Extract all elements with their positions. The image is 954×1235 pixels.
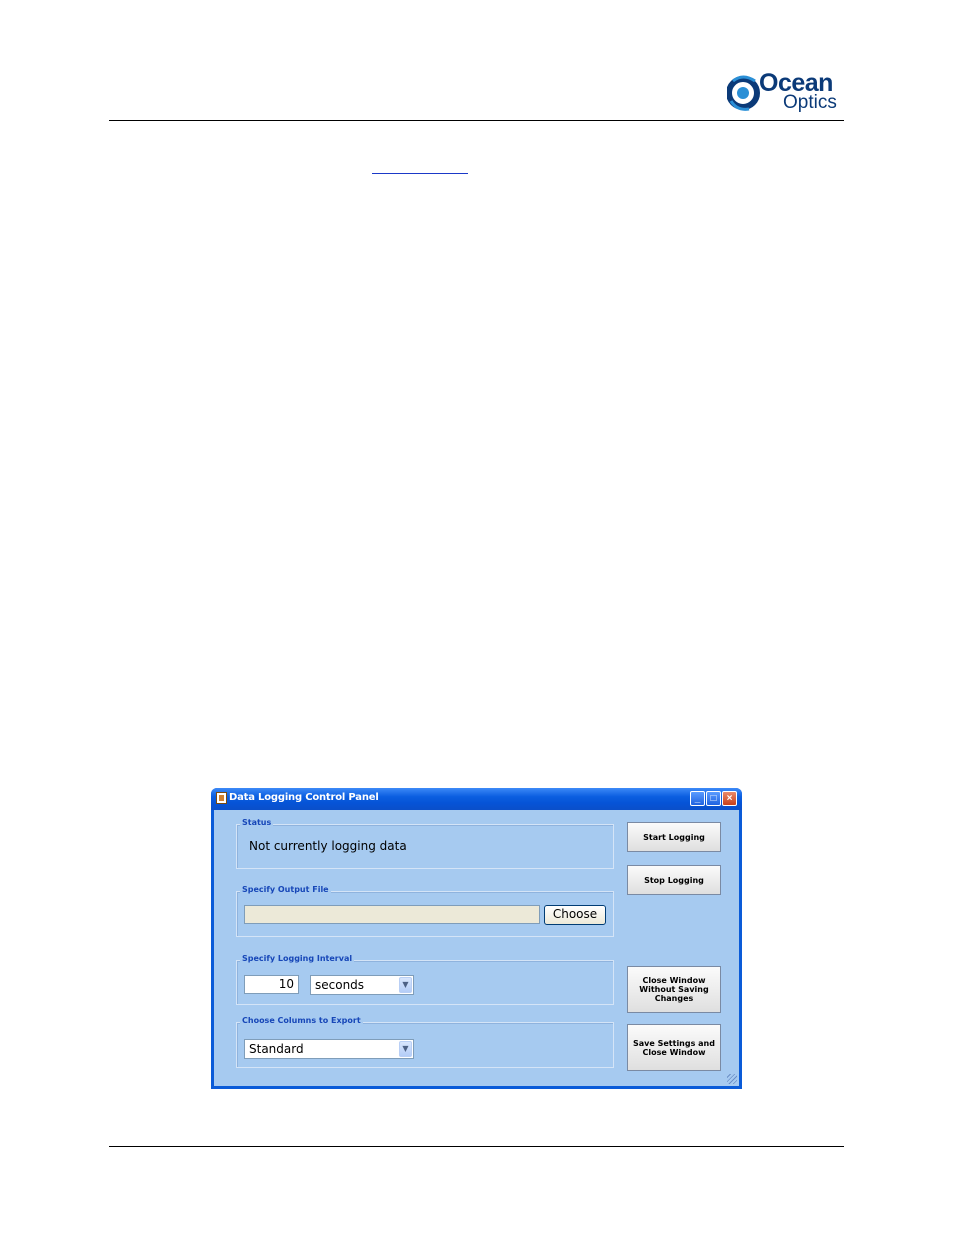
output-file-group: Specify Output File Choose: [236, 885, 614, 937]
chevron-down-icon[interactable]: ▼: [399, 1041, 412, 1057]
logging-interval-group-label: Specify Logging Interval: [240, 954, 355, 963]
close-button[interactable]: ×: [722, 791, 737, 806]
columns-select[interactable]: Standard ▼: [244, 1039, 414, 1059]
columns-export-group: Choose Columns to Export Standard ▼: [236, 1016, 614, 1068]
minimize-icon: _: [694, 793, 701, 804]
footer-rule: [109, 1146, 844, 1147]
ocean-optics-logo: Ocean Optics: [727, 71, 845, 117]
header-rule: [109, 120, 844, 121]
window-titlebar[interactable]: Data Logging Control Panel _ □ ×: [211, 788, 742, 810]
start-logging-button[interactable]: Start Logging: [627, 822, 721, 852]
resize-grip-icon[interactable]: [727, 1074, 737, 1084]
hyperlink-underline[interactable]: [372, 173, 468, 174]
logging-interval-group: Specify Logging Interval 10 seconds ▼: [236, 954, 614, 1005]
maximize-button[interactable]: □: [706, 791, 721, 806]
interval-value-field[interactable]: 10: [244, 975, 299, 994]
columns-select-value: Standard: [249, 1042, 304, 1056]
save-and-close-button[interactable]: Save Settings and Close Window: [627, 1024, 721, 1071]
ocean-optics-swirl-icon: [727, 75, 760, 111]
output-file-field[interactable]: [244, 905, 540, 924]
output-file-group-label: Specify Output File: [240, 885, 331, 894]
data-logging-window: Data Logging Control Panel _ □ × Status …: [211, 788, 742, 1089]
status-group: Status Not currently logging data: [236, 818, 614, 869]
app-icon: [216, 792, 227, 804]
interval-unit-select[interactable]: seconds ▼: [310, 975, 414, 995]
status-text: Not currently logging data: [249, 839, 407, 853]
columns-export-group-label: Choose Columns to Export: [240, 1016, 363, 1025]
choose-file-button[interactable]: Choose: [544, 905, 606, 925]
window-title: Data Logging Control Panel: [229, 792, 379, 803]
interval-unit-value: seconds: [315, 978, 365, 992]
window-client-area: Status Not currently logging data Specif…: [214, 810, 739, 1086]
minimize-button[interactable]: _: [690, 791, 705, 806]
maximize-icon: □: [710, 793, 717, 804]
chevron-down-icon[interactable]: ▼: [399, 977, 412, 993]
close-without-saving-button[interactable]: Close Window Without Saving Changes: [627, 966, 721, 1013]
close-icon: ×: [726, 793, 733, 804]
status-group-label: Status: [240, 818, 274, 827]
stop-logging-button[interactable]: Stop Logging: [627, 865, 721, 895]
logo-optics-text: Optics: [783, 92, 837, 113]
